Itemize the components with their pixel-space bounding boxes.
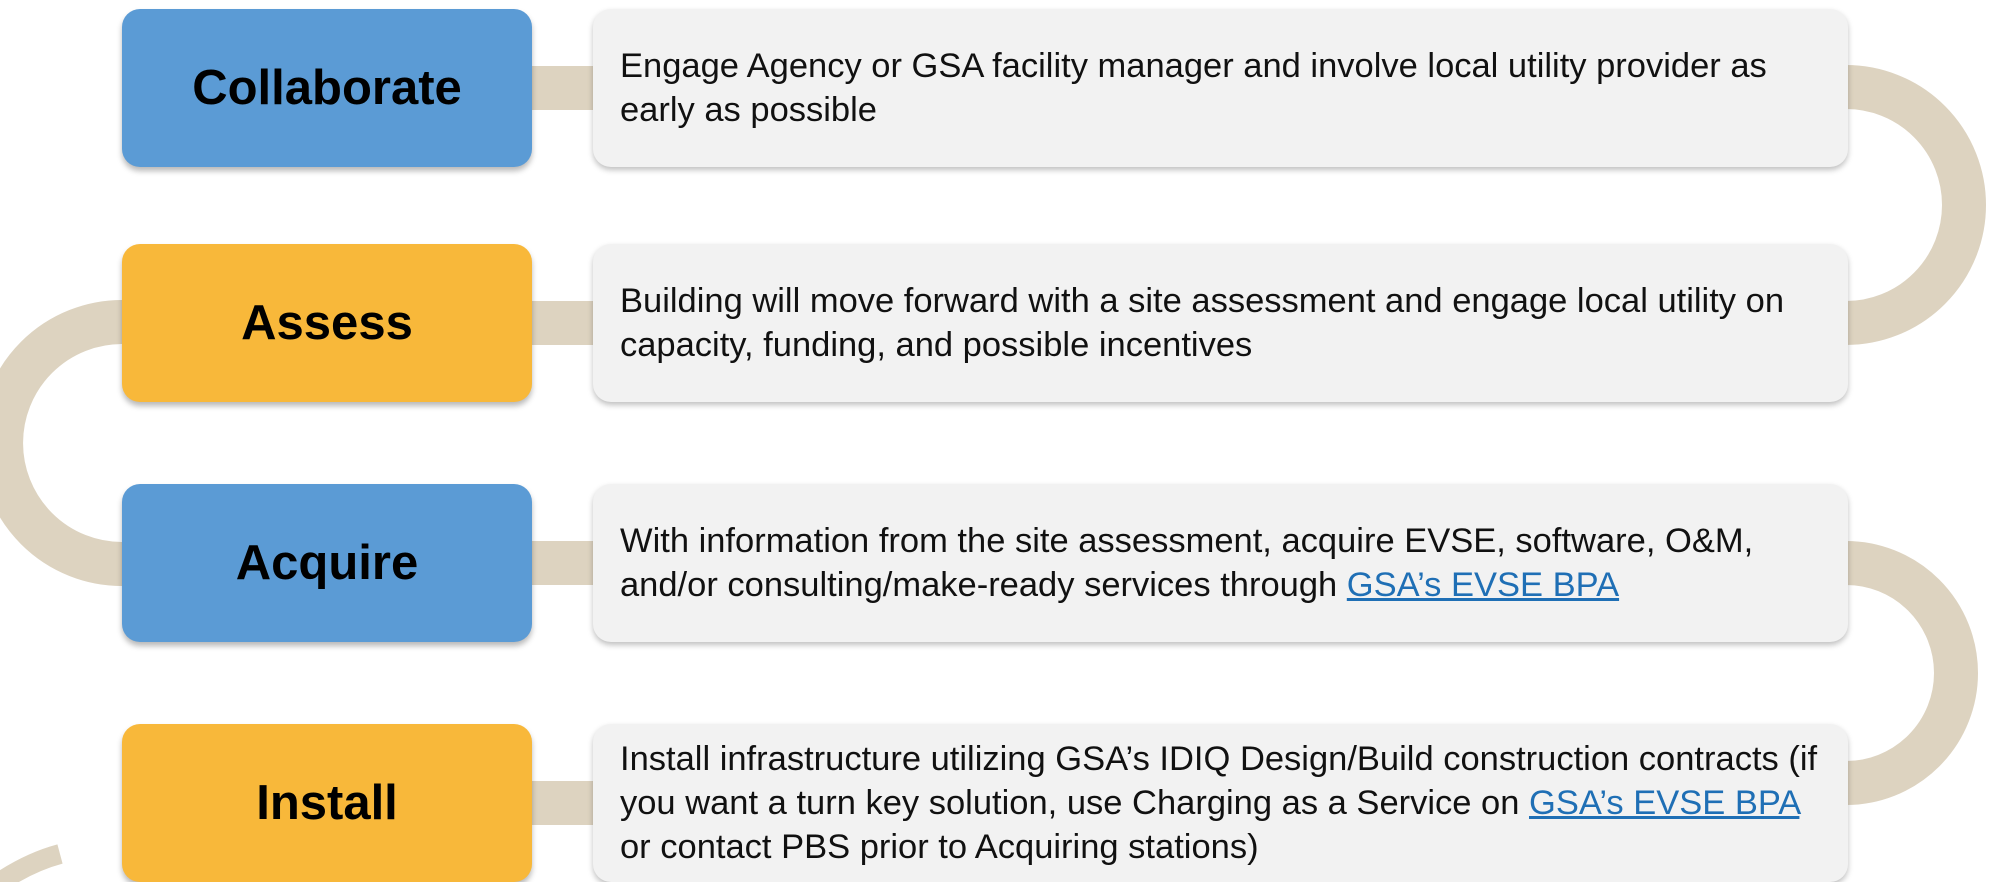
track-loop-right-2	[1845, 541, 1978, 805]
description-acquire: With information from the site assessmen…	[593, 484, 1848, 642]
step-assess: Assess	[122, 244, 532, 402]
track-loop-right-1	[1845, 65, 1986, 345]
description-text: Install infrastructure utilizing GSA’s I…	[620, 737, 1820, 869]
description-assess: Building will move forward with a site a…	[593, 244, 1848, 402]
track-loop-left-1	[0, 300, 123, 586]
step-acquire: Acquire	[122, 484, 532, 642]
description-install: Install infrastructure utilizing GSA’s I…	[593, 724, 1848, 882]
description-text: With information from the site assessmen…	[620, 519, 1820, 607]
track-loop-left-2	[0, 844, 63, 882]
evse-bpa-link[interactable]: GSA’s EVSE BPA	[1347, 566, 1619, 604]
description-collaborate: Engage Agency or GSA facility manager an…	[593, 9, 1848, 167]
step-collaborate: Collaborate	[122, 9, 532, 167]
description-text: Building will move forward with a site a…	[620, 282, 1785, 364]
description-text-after: or contact PBS prior to Acquiring statio…	[620, 828, 1259, 866]
evse-bpa-link[interactable]: GSA’s EVSE BPA	[1529, 784, 1799, 822]
step-install: Install	[122, 724, 532, 882]
description-text: Engage Agency or GSA facility manager an…	[620, 47, 1767, 129]
